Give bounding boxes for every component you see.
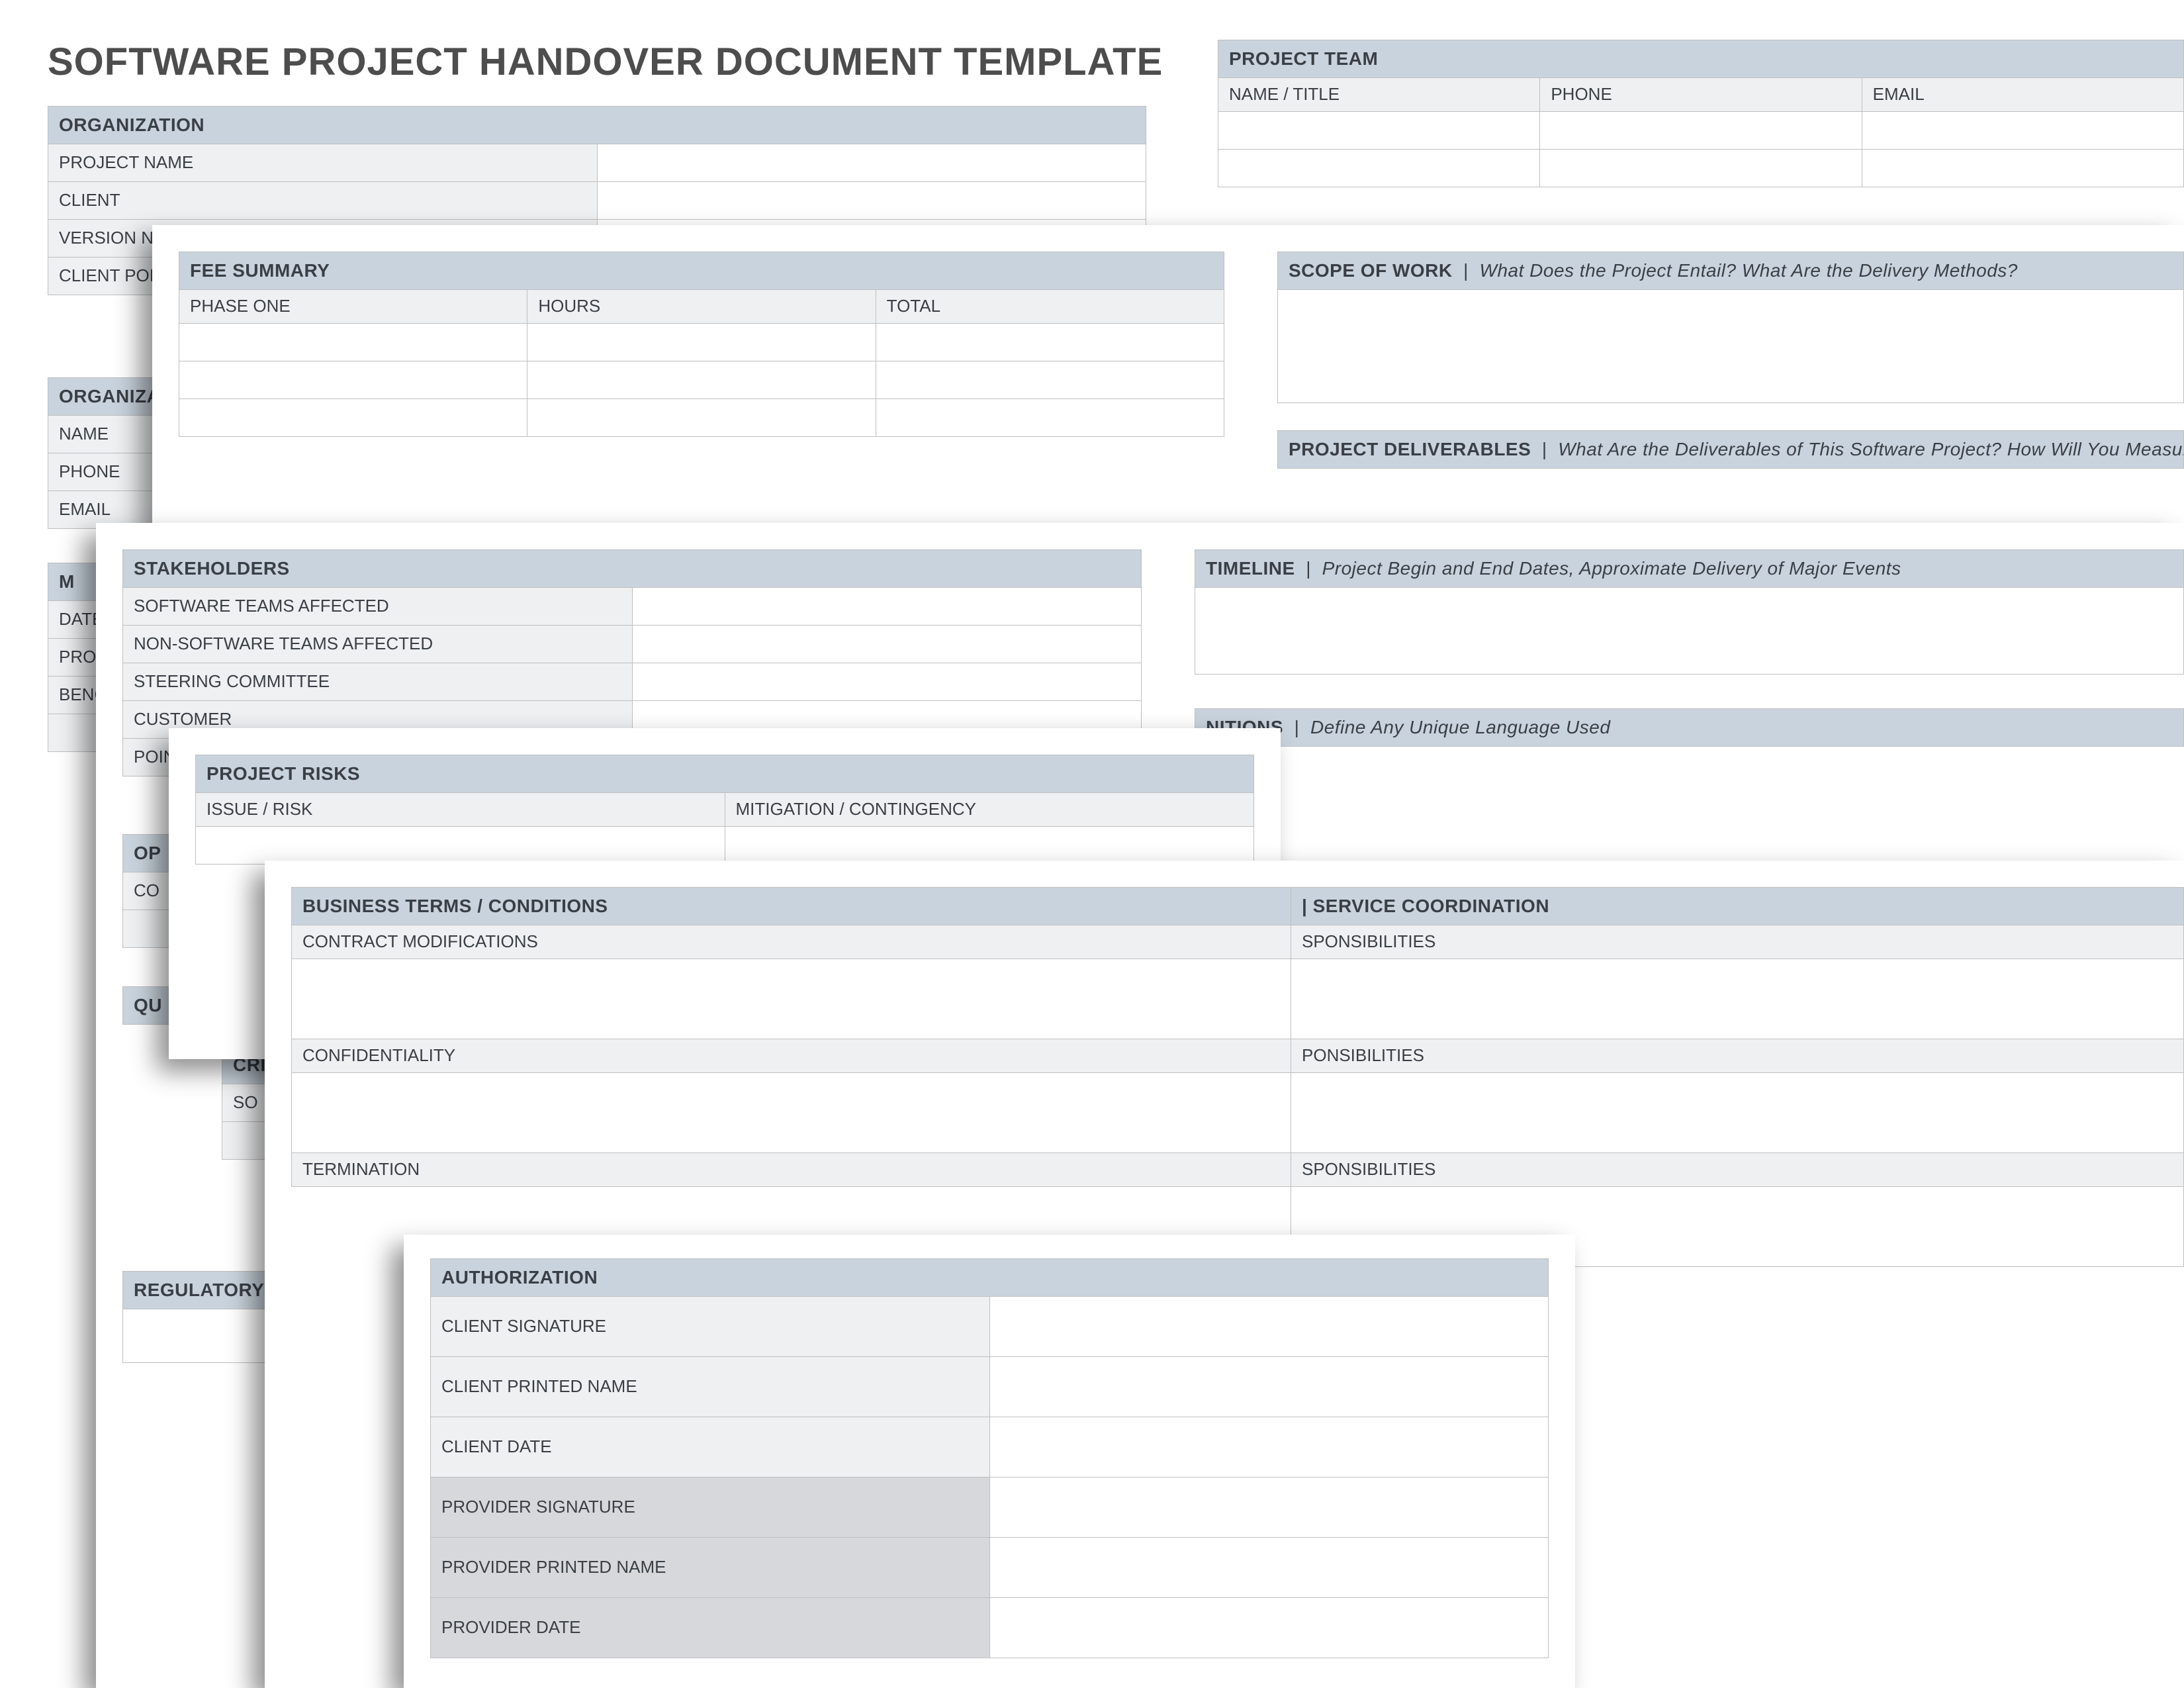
coord-label: PONSIBILITIES <box>1291 1039 2184 1073</box>
terms-body[interactable] <box>292 959 1310 1039</box>
org-label: CLIENT <box>48 182 598 220</box>
definitions-header: NITIONS | Define Any Unique Language Use… <box>1195 709 2184 747</box>
risks-col: MITIGATION / CONTINGENCY <box>725 793 1254 827</box>
document-title: SOFTWARE PROJECT HANDOVER DOCUMENT TEMPL… <box>48 40 1163 84</box>
team-col: EMAIL <box>1862 78 2183 112</box>
stake-label: SOFTWARE TEAMS AFFECTED <box>123 588 633 626</box>
deliverables-table: PROJECT DELIVERABLES | What Are the Deli… <box>1277 430 2184 469</box>
scope-of-work-table: SCOPE OF WORK | What Does the Project En… <box>1277 252 2184 403</box>
team-col: PHONE <box>1540 78 1862 112</box>
timeline-body[interactable] <box>1195 588 2184 675</box>
terms-label: CONFIDENTIALITY <box>292 1039 1310 1073</box>
stake-label: STEERING COMMITTEE <box>123 663 633 701</box>
auth-header: AUTHORIZATION <box>431 1259 1549 1297</box>
project-team-table: PROJECT TEAM NAME / TITLE PHONE EMAIL <box>1218 40 2184 187</box>
team-col: NAME / TITLE <box>1218 78 1540 112</box>
page-6-authorization: AUTHORIZATION CLIENT SIGNATURE CLIENT PR… <box>404 1235 1575 1688</box>
terms-body[interactable] <box>292 1073 1310 1153</box>
stake-label: NON-SOFTWARE TEAMS AFFECTED <box>123 626 633 663</box>
terms-label: TERMINATION <box>292 1153 1310 1187</box>
auth-label: PROVIDER DATE <box>431 1598 990 1658</box>
scope-body[interactable] <box>1278 290 2184 403</box>
stakeholders-header: STAKEHOLDERS <box>123 550 1142 588</box>
organization-header: ORGANIZATION <box>48 107 1146 144</box>
org-value[interactable] <box>597 182 1146 220</box>
coord-label: SPONSIBILITIES <box>1291 925 2184 959</box>
project-risks-table: PROJECT RISKS ISSUE / RISK MITIGATION / … <box>195 755 1254 865</box>
deliv-header: PROJECT DELIVERABLES | What Are the Deli… <box>1278 431 2184 469</box>
terms-label: CONTRACT MODIFICATIONS <box>292 925 1310 959</box>
fee-col: PHASE ONE <box>179 290 527 324</box>
org-value[interactable] <box>597 144 1146 182</box>
auth-label: CLIENT DATE <box>431 1417 990 1477</box>
fee-header: FEE SUMMARY <box>179 252 1224 290</box>
timeline-table: TIMELINE | Project Begin and End Dates, … <box>1195 549 2184 675</box>
auth-label: CLIENT SIGNATURE <box>431 1297 990 1357</box>
auth-value[interactable] <box>989 1598 1549 1658</box>
auth-value[interactable] <box>989 1417 1549 1477</box>
authorization-table: AUTHORIZATION CLIENT SIGNATURE CLIENT PR… <box>430 1258 1549 1658</box>
auth-label: PROVIDER SIGNATURE <box>431 1477 990 1538</box>
auth-value[interactable] <box>989 1538 1549 1598</box>
service-coordination-table: | SERVICE COORDINATION SPONSIBILITIES PO… <box>1291 887 2184 1267</box>
fee-col: TOTAL <box>876 290 1224 324</box>
coord-header: | SERVICE COORDINATION <box>1291 888 2184 925</box>
timeline-header: TIMELINE | Project Begin and End Dates, … <box>1195 550 2184 588</box>
auth-label: PROVIDER PRINTED NAME <box>431 1538 990 1598</box>
auth-value[interactable] <box>989 1477 1549 1538</box>
fee-col: HOURS <box>527 290 876 324</box>
terms-header: BUSINESS TERMS / CONDITIONS <box>292 888 1310 925</box>
risks-col: ISSUE / RISK <box>196 793 725 827</box>
auth-value[interactable] <box>989 1357 1549 1417</box>
team-header: PROJECT TEAM <box>1218 40 2184 78</box>
fee-summary-table: FEE SUMMARY PHASE ONE HOURS TOTAL <box>179 252 1224 437</box>
auth-value[interactable] <box>989 1297 1549 1357</box>
org-label: PROJECT NAME <box>48 144 598 182</box>
auth-label: CLIENT PRINTED NAME <box>431 1357 990 1417</box>
scope-header: SCOPE OF WORK | What Does the Project En… <box>1278 252 2184 290</box>
coord-label: SPONSIBILITIES <box>1291 1153 2184 1187</box>
definitions-table: NITIONS | Define Any Unique Language Use… <box>1195 708 2184 747</box>
business-terms-table: BUSINESS TERMS / CONDITIONS CONTRACT MOD… <box>291 887 1310 1187</box>
risks-header: PROJECT RISKS <box>196 755 1254 793</box>
